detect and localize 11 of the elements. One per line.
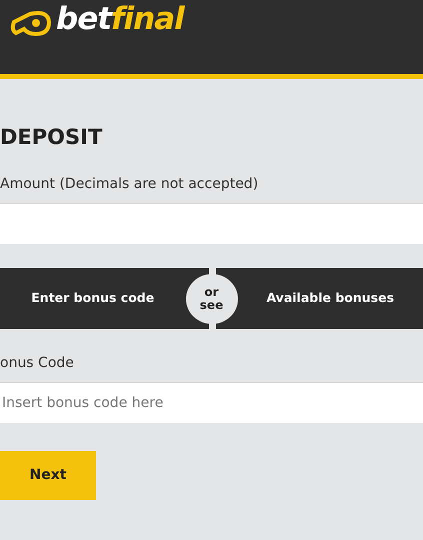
field-label: Amount (Decimals are not accepted) [0,175,260,194]
bonus-code-field[interactable]: Insert bonus code here [0,382,423,424]
separator-badge: or see [186,274,238,324]
amount-field[interactable] [0,203,423,244]
logo[interactable]: betfinal [56,4,184,35]
next-button[interactable]: Next [0,451,96,500]
page-title: DEPOSIT [0,125,104,150]
whistle-icon [8,8,52,38]
field-label: onus Code [0,354,75,374]
bonus-tab[interactable]: Enter bonus code [0,268,186,330]
bonus-tab[interactable]: Available bonuses [238,268,423,330]
